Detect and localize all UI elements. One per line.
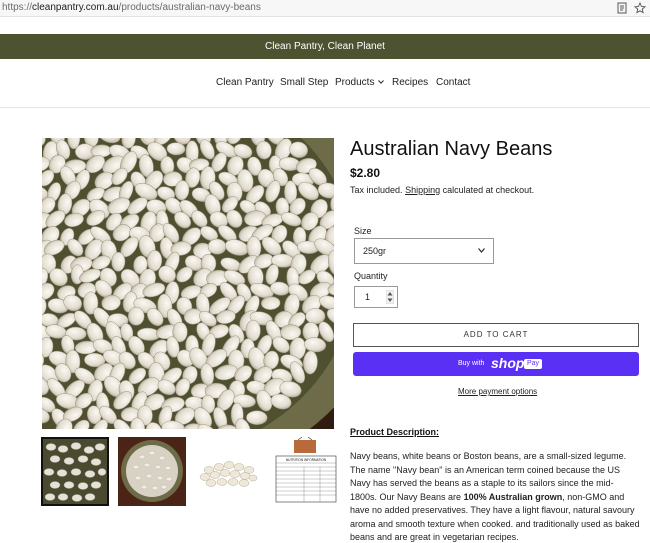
- tax-note-text: Tax included.: [350, 185, 403, 195]
- buy-with-shop-pay-button[interactable]: Buy with shop Pay: [353, 352, 639, 376]
- thumbnail-beans-pile: [195, 437, 263, 506]
- announcement-text: Clean Pantry, Clean Planet: [265, 41, 385, 52]
- thumbnail-1[interactable]: [41, 437, 109, 506]
- thumbnail-2[interactable]: [118, 437, 186, 506]
- quantity-label: Quantity: [354, 271, 388, 281]
- size-select[interactable]: 250gr: [354, 238, 494, 264]
- more-payment-options-link[interactable]: More payment options: [458, 387, 537, 396]
- announcement-bar: Clean Pantry, Clean Planet: [0, 34, 650, 59]
- chevron-down-icon: [478, 248, 485, 253]
- nav-item-small-step[interactable]: Small Step: [280, 77, 328, 88]
- shipping-link[interactable]: Shipping: [405, 185, 440, 195]
- tax-note: Tax included. Shipping calculated at che…: [350, 185, 534, 195]
- product-description-heading: Product Description:: [350, 427, 440, 437]
- size-label: Size: [354, 226, 372, 236]
- pay-badge: Pay: [524, 359, 542, 369]
- product-title: Australian Navy Beans: [350, 138, 553, 160]
- spinner-arrows-icon[interactable]: [386, 290, 394, 304]
- buy-with-text: Buy with: [458, 360, 485, 367]
- shop-logo: shop: [491, 355, 525, 371]
- add-to-cart-button[interactable]: ADD TO CART: [353, 323, 639, 347]
- reader-view-icon[interactable]: [616, 2, 628, 14]
- description-bold: 100% Australian grown: [463, 491, 563, 502]
- nutrition-label-heading: NUTRITION INFORMATION: [286, 458, 327, 462]
- bean: [245, 319, 261, 342]
- nav-item-clean-pantry[interactable]: Clean Pantry: [216, 77, 274, 88]
- browser-address-bar[interactable]: https://cleanpantry.com.au/products/aust…: [0, 0, 650, 17]
- nav-item-contact[interactable]: Contact: [436, 77, 470, 88]
- thumbnail-4[interactable]: NUTRITION INFORMATION: [272, 437, 340, 506]
- chevron-down-icon: [378, 80, 385, 85]
- bean: [246, 410, 268, 425]
- url-text[interactable]: https://cleanpantry.com.au/products/aust…: [2, 2, 261, 13]
- thumbnail-nutrition-label: NUTRITION INFORMATION: [272, 437, 340, 506]
- thumbnail-bowl-of-beans: [118, 437, 186, 506]
- product-main-image[interactable]: [42, 138, 334, 429]
- thumbnail-beans-closeup: [43, 439, 107, 504]
- quantity-stepper[interactable]: 1: [354, 286, 398, 308]
- nav-item-products-label: Products: [335, 77, 375, 88]
- product-price: $2.80: [350, 166, 381, 180]
- bookmark-star-icon[interactable]: [634, 2, 646, 14]
- product-description: Navy beans, white beans or Boston beans,…: [350, 450, 640, 543]
- nav-item-products[interactable]: Products: [335, 77, 385, 88]
- navy-beans-bowl-photo: [42, 138, 334, 429]
- tax-note-suffix: calculated at checkout.: [442, 185, 535, 195]
- thumbnail-3[interactable]: [195, 437, 263, 506]
- size-select-value: 250gr: [363, 246, 387, 256]
- main-nav: Clean Pantry Small Step Products Recipes…: [0, 59, 650, 108]
- nav-item-recipes[interactable]: Recipes: [392, 77, 428, 88]
- quantity-value: 1: [365, 292, 371, 302]
